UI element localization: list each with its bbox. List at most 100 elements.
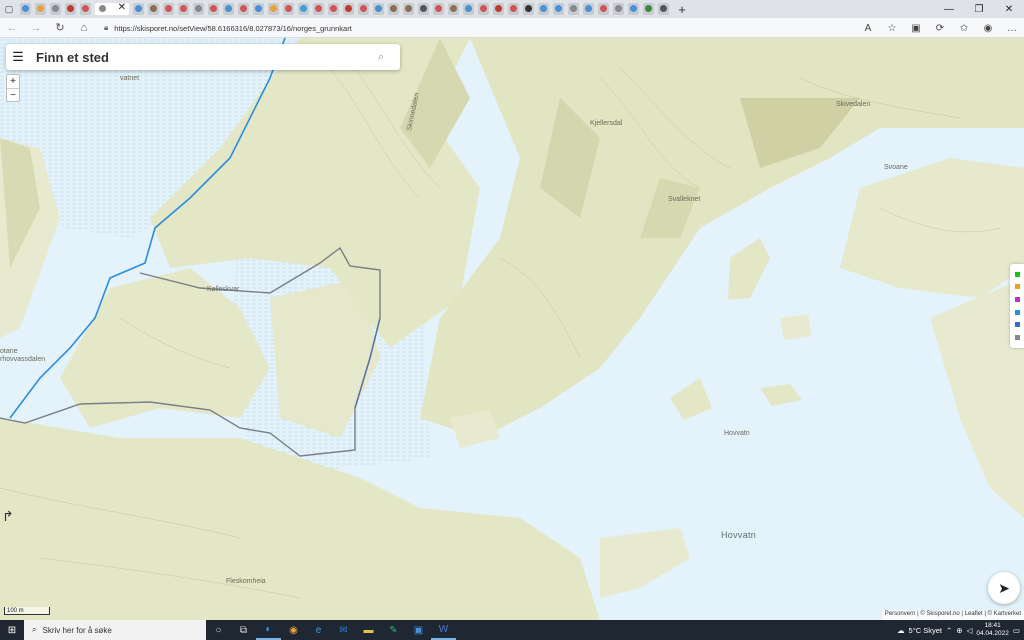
browser-tab[interactable] <box>343 3 354 15</box>
map-attribution[interactable]: Personvern | © Skisporet.no | Leaflet | … <box>881 610 1024 620</box>
collections-icon[interactable]: ▣ <box>904 18 928 38</box>
browser-tab[interactable] <box>35 3 46 15</box>
browser-tab[interactable] <box>478 3 489 15</box>
browser-tab[interactable] <box>388 3 399 15</box>
browser-tab[interactable] <box>403 3 414 15</box>
window-menu-icon[interactable]: ▢ <box>0 0 18 18</box>
browser-tab[interactable] <box>433 3 444 15</box>
browser-tab[interactable] <box>313 3 324 15</box>
share-icon[interactable]: ↱ <box>2 508 14 525</box>
place-label-fleskomheia: Fleskomheia <box>226 578 266 585</box>
notifications-icon[interactable]: ▭ <box>1013 626 1020 635</box>
browser-tab[interactable] <box>298 3 309 15</box>
browser-tab[interactable] <box>373 3 384 15</box>
browser-tab[interactable] <box>223 3 234 15</box>
zoom-in-button[interactable]: + <box>7 75 19 88</box>
back-icon[interactable]: ← <box>0 18 24 38</box>
cortana-icon[interactable]: ○ <box>206 620 231 640</box>
forward-icon[interactable]: → <box>24 18 48 38</box>
browser-tab[interactable] <box>583 3 594 15</box>
hamburger-menu-icon[interactable]: ☰ <box>6 44 30 70</box>
layer-panel[interactable] <box>1010 264 1024 348</box>
browser-tab[interactable] <box>538 3 549 15</box>
weather-icon[interactable]: ☁ <box>897 626 905 635</box>
start-button[interactable]: ⊞ <box>0 620 24 640</box>
browser-tab[interactable] <box>463 3 474 15</box>
search-input[interactable] <box>30 46 370 68</box>
land-area <box>600 528 690 598</box>
browser-tab[interactable] <box>643 3 654 15</box>
chrome-app-icon[interactable]: ◉ <box>281 620 306 640</box>
browser-tab[interactable] <box>493 3 504 15</box>
layer-swatch[interactable] <box>1014 309 1020 315</box>
browser-tab[interactable] <box>193 3 204 15</box>
map-view[interactable]: vatnet Kalleskvar Skinnedalen Kjellersda… <box>0 38 1024 620</box>
island <box>760 384 802 406</box>
network-icon[interactable]: ⊕ <box>956 626 962 635</box>
browser-tab[interactable] <box>253 3 264 15</box>
extensions-icon[interactable]: ⟳ <box>928 18 952 38</box>
browser-tab[interactable] <box>628 3 639 15</box>
browser-tab[interactable]: ✕ <box>95 2 129 15</box>
browser-tab[interactable] <box>568 3 579 15</box>
browser-tab[interactable] <box>163 3 174 15</box>
browser-tab[interactable] <box>80 3 91 15</box>
browser-tab[interactable] <box>448 3 459 15</box>
photos-app-icon[interactable]: ▣ <box>406 620 431 640</box>
browser-tab[interactable] <box>283 3 294 15</box>
layer-swatch[interactable] <box>1014 335 1020 341</box>
browser-tab[interactable] <box>613 3 624 15</box>
weather-text[interactable]: 5°C Skyet <box>909 626 942 635</box>
outlook-app-icon[interactable]: ✉ <box>331 620 356 640</box>
close-tab-icon[interactable]: ✕ <box>118 2 126 13</box>
more-menu-icon[interactable]: … <box>1000 18 1024 38</box>
browser-tab[interactable] <box>418 3 429 15</box>
zoom-out-button[interactable]: − <box>7 88 19 101</box>
browser-tab[interactable] <box>133 3 144 15</box>
browser-tab[interactable] <box>50 3 61 15</box>
browser-tab[interactable] <box>238 3 249 15</box>
browser-tab[interactable] <box>268 3 279 15</box>
browser-tab[interactable] <box>358 3 369 15</box>
browser-tab[interactable] <box>178 3 189 15</box>
browser-tab[interactable] <box>598 3 609 15</box>
browser-tab[interactable] <box>65 3 76 15</box>
browser-tab[interactable] <box>523 3 534 15</box>
browser-tab[interactable] <box>658 3 669 15</box>
close-window-button[interactable]: ✕ <box>994 0 1024 18</box>
maximize-button[interactable]: ❐ <box>964 0 994 18</box>
layer-swatch[interactable] <box>1014 297 1020 303</box>
browser-tab[interactable] <box>148 3 159 15</box>
browser-tab[interactable] <box>20 3 31 15</box>
paint-app-icon[interactable]: ✎ <box>381 620 406 640</box>
task-view-icon[interactable]: ⧉ <box>231 620 256 640</box>
home-icon[interactable]: ⌂ <box>72 18 96 38</box>
layer-swatch[interactable] <box>1014 284 1020 290</box>
land-area <box>840 158 1024 298</box>
edge-app-icon[interactable]: ◐ <box>256 620 281 640</box>
word-app-icon[interactable]: W <box>431 620 456 640</box>
profile-icon[interactable]: ◉ <box>976 18 1000 38</box>
reload-icon[interactable]: ↻ <box>48 18 72 38</box>
url-field[interactable]: 🔒︎ https://skisporet.no/setView/58.61663… <box>104 21 884 35</box>
browser-tab[interactable] <box>208 3 219 15</box>
search-icon[interactable]: ⌕ <box>370 44 392 70</box>
favorites-icon[interactable]: ✩ <box>952 18 976 38</box>
browser-tab[interactable] <box>328 3 339 15</box>
browser-tab[interactable] <box>508 3 519 15</box>
minimize-button[interactable]: — <box>934 0 964 18</box>
layer-swatch[interactable] <box>1014 271 1020 277</box>
volume-icon[interactable]: ◁ <box>967 626 973 635</box>
favorite-star-icon[interactable]: ☆ <box>880 18 904 38</box>
tray-chevron-icon[interactable]: ⌃ <box>946 626 952 635</box>
clock[interactable]: 18:41 04.04.2022 <box>976 622 1009 638</box>
read-aloud-icon[interactable]: A <box>856 18 880 38</box>
taskbar-search[interactable]: ⌕ Skriv her for å søke <box>24 620 206 640</box>
new-tab-button[interactable]: + <box>675 2 689 17</box>
layer-swatch[interactable] <box>1014 322 1020 328</box>
browser-tab[interactable] <box>553 3 564 15</box>
file-explorer-app-icon[interactable]: ▬ <box>356 620 381 640</box>
island <box>780 314 812 340</box>
locate-me-button[interactable]: ➤ <box>988 572 1020 604</box>
edge-legacy-app-icon[interactable]: e <box>306 620 331 640</box>
